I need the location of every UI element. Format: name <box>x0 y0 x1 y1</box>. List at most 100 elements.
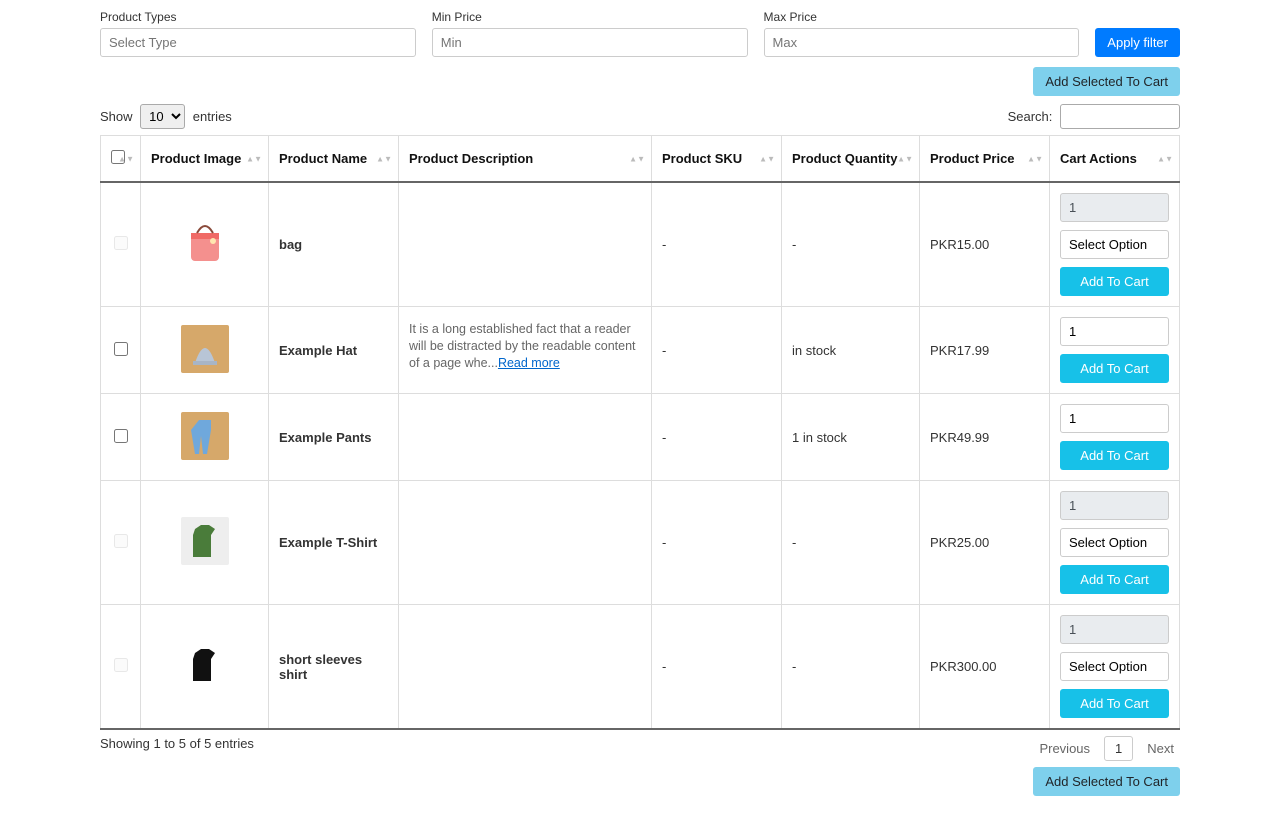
datatable-footer: Showing 1 to 5 of 5 entries Previous 1 N… <box>100 736 1180 796</box>
cart-actions-cell: Add To Cart <box>1050 182 1180 307</box>
product-price: PKR49.99 <box>920 394 1050 481</box>
product-sku: - <box>652 307 782 394</box>
max-price-label: Max Price <box>764 10 1080 24</box>
sort-icon: ▲▼ <box>1027 155 1043 162</box>
row-checkbox-cell <box>101 605 141 730</box>
min-price-label: Min Price <box>432 10 748 24</box>
product-quantity: - <box>782 182 920 307</box>
pagination: Previous 1 Next <box>1033 736 1180 761</box>
cart-actions-cell: Add To Cart <box>1050 605 1180 730</box>
quantity-input <box>1060 491 1169 520</box>
product-types-input[interactable] <box>100 28 416 57</box>
add-to-cart-button[interactable]: Add To Cart <box>1060 689 1169 718</box>
product-sku: - <box>652 605 782 730</box>
product-image-cell <box>141 605 269 730</box>
product-sku: - <box>652 481 782 605</box>
products-table: ▲▼ Product Image▲▼ Product Name▲▼ Produc… <box>100 135 1180 730</box>
product-types-label: Product Types <box>100 10 416 24</box>
footer-right: Previous 1 Next Add Selected To Cart <box>1033 736 1180 796</box>
quantity-input[interactable] <box>1060 317 1169 346</box>
table-row: Example HatIt is a long established fact… <box>101 307 1180 394</box>
length-label-pre: Show <box>100 109 133 124</box>
sort-icon: ▲▼ <box>759 155 775 162</box>
column-header-price[interactable]: Product Price▲▼ <box>920 136 1050 183</box>
product-name: Example T-Shirt <box>269 481 399 605</box>
add-selected-bottom-button[interactable]: Add Selected To Cart <box>1033 767 1180 796</box>
min-price-input[interactable] <box>432 28 748 57</box>
row-checkbox <box>114 236 128 250</box>
pager-previous[interactable]: Previous <box>1033 737 1096 760</box>
product-image-cell <box>141 307 269 394</box>
filter-bar: Product Types Min Price Max Price Apply … <box>100 10 1180 57</box>
add-to-cart-button[interactable]: Add To Cart <box>1060 565 1169 594</box>
product-name: short sleeves shirt <box>269 605 399 730</box>
product-thumbnail[interactable] <box>181 641 229 689</box>
column-header-image[interactable]: Product Image▲▼ <box>141 136 269 183</box>
table-row: bag--PKR15.00Add To Cart <box>101 182 1180 307</box>
cart-actions-cell: Add To Cart <box>1050 481 1180 605</box>
row-checkbox-cell <box>101 394 141 481</box>
row-checkbox[interactable] <box>114 429 128 443</box>
product-price: PKR25.00 <box>920 481 1050 605</box>
table-row: short sleeves shirt--PKR300.00Add To Car… <box>101 605 1180 730</box>
add-to-cart-button[interactable]: Add To Cart <box>1060 441 1169 470</box>
datatable-controls: Show 10 entries Search: <box>100 104 1180 129</box>
length-select[interactable]: 10 <box>140 104 185 129</box>
add-to-cart-button[interactable]: Add To Cart <box>1060 267 1169 296</box>
filter-min-price: Min Price <box>432 10 748 57</box>
add-to-cart-button[interactable]: Add To Cart <box>1060 354 1169 383</box>
length-control: Show 10 entries <box>100 104 232 129</box>
search-input[interactable] <box>1060 104 1180 129</box>
product-price: PKR15.00 <box>920 182 1050 307</box>
variant-select[interactable] <box>1060 230 1169 259</box>
sort-icon: ▲▼ <box>1157 155 1173 162</box>
row-checkbox-cell <box>101 307 141 394</box>
product-thumbnail[interactable] <box>181 412 229 460</box>
apply-filter-button[interactable]: Apply filter <box>1095 28 1180 57</box>
sort-icon: ▲▼ <box>897 155 913 162</box>
variant-select[interactable] <box>1060 652 1169 681</box>
table-row: Example Pants-1 in stockPKR49.99Add To C… <box>101 394 1180 481</box>
column-header-quantity[interactable]: Product Quantity▲▼ <box>782 136 920 183</box>
product-sku: - <box>652 394 782 481</box>
pager-page-1[interactable]: 1 <box>1104 736 1133 761</box>
filter-product-types: Product Types <box>100 10 416 57</box>
row-checkbox <box>114 658 128 672</box>
product-description: It is a long established fact that a rea… <box>399 307 652 394</box>
column-header-name[interactable]: Product Name▲▼ <box>269 136 399 183</box>
sort-icon: ▲▼ <box>246 155 262 162</box>
quantity-input <box>1060 193 1169 222</box>
product-quantity: 1 in stock <box>782 394 920 481</box>
pager-next[interactable]: Next <box>1141 737 1180 760</box>
length-label-post: entries <box>193 109 232 124</box>
column-header-description[interactable]: Product Description▲▼ <box>399 136 652 183</box>
product-quantity: - <box>782 481 920 605</box>
quantity-input[interactable] <box>1060 404 1169 433</box>
product-quantity: in stock <box>782 307 920 394</box>
sort-icon: ▲▼ <box>376 155 392 162</box>
search-control: Search: <box>1008 104 1180 129</box>
product-description <box>399 605 652 730</box>
product-image-cell <box>141 182 269 307</box>
datatable-info: Showing 1 to 5 of 5 entries <box>100 736 254 751</box>
add-selected-top-button[interactable]: Add Selected To Cart <box>1033 67 1180 96</box>
filter-max-price: Max Price <box>764 10 1080 57</box>
max-price-input[interactable] <box>764 28 1080 57</box>
product-description <box>399 394 652 481</box>
product-thumbnail[interactable] <box>181 517 229 565</box>
row-checkbox-cell <box>101 481 141 605</box>
product-description <box>399 481 652 605</box>
search-label: Search: <box>1008 109 1053 124</box>
product-image-cell <box>141 481 269 605</box>
row-checkbox-cell <box>101 182 141 307</box>
column-header-sku[interactable]: Product SKU▲▼ <box>652 136 782 183</box>
column-header-checkbox[interactable]: ▲▼ <box>101 136 141 183</box>
product-thumbnail[interactable] <box>181 219 229 267</box>
variant-select[interactable] <box>1060 528 1169 557</box>
column-header-cart[interactable]: Cart Actions▲▼ <box>1050 136 1180 183</box>
product-name: Example Hat <box>269 307 399 394</box>
product-sku: - <box>652 182 782 307</box>
row-checkbox[interactable] <box>114 342 128 356</box>
read-more-link[interactable]: Read more <box>498 356 560 370</box>
product-thumbnail[interactable] <box>181 325 229 373</box>
